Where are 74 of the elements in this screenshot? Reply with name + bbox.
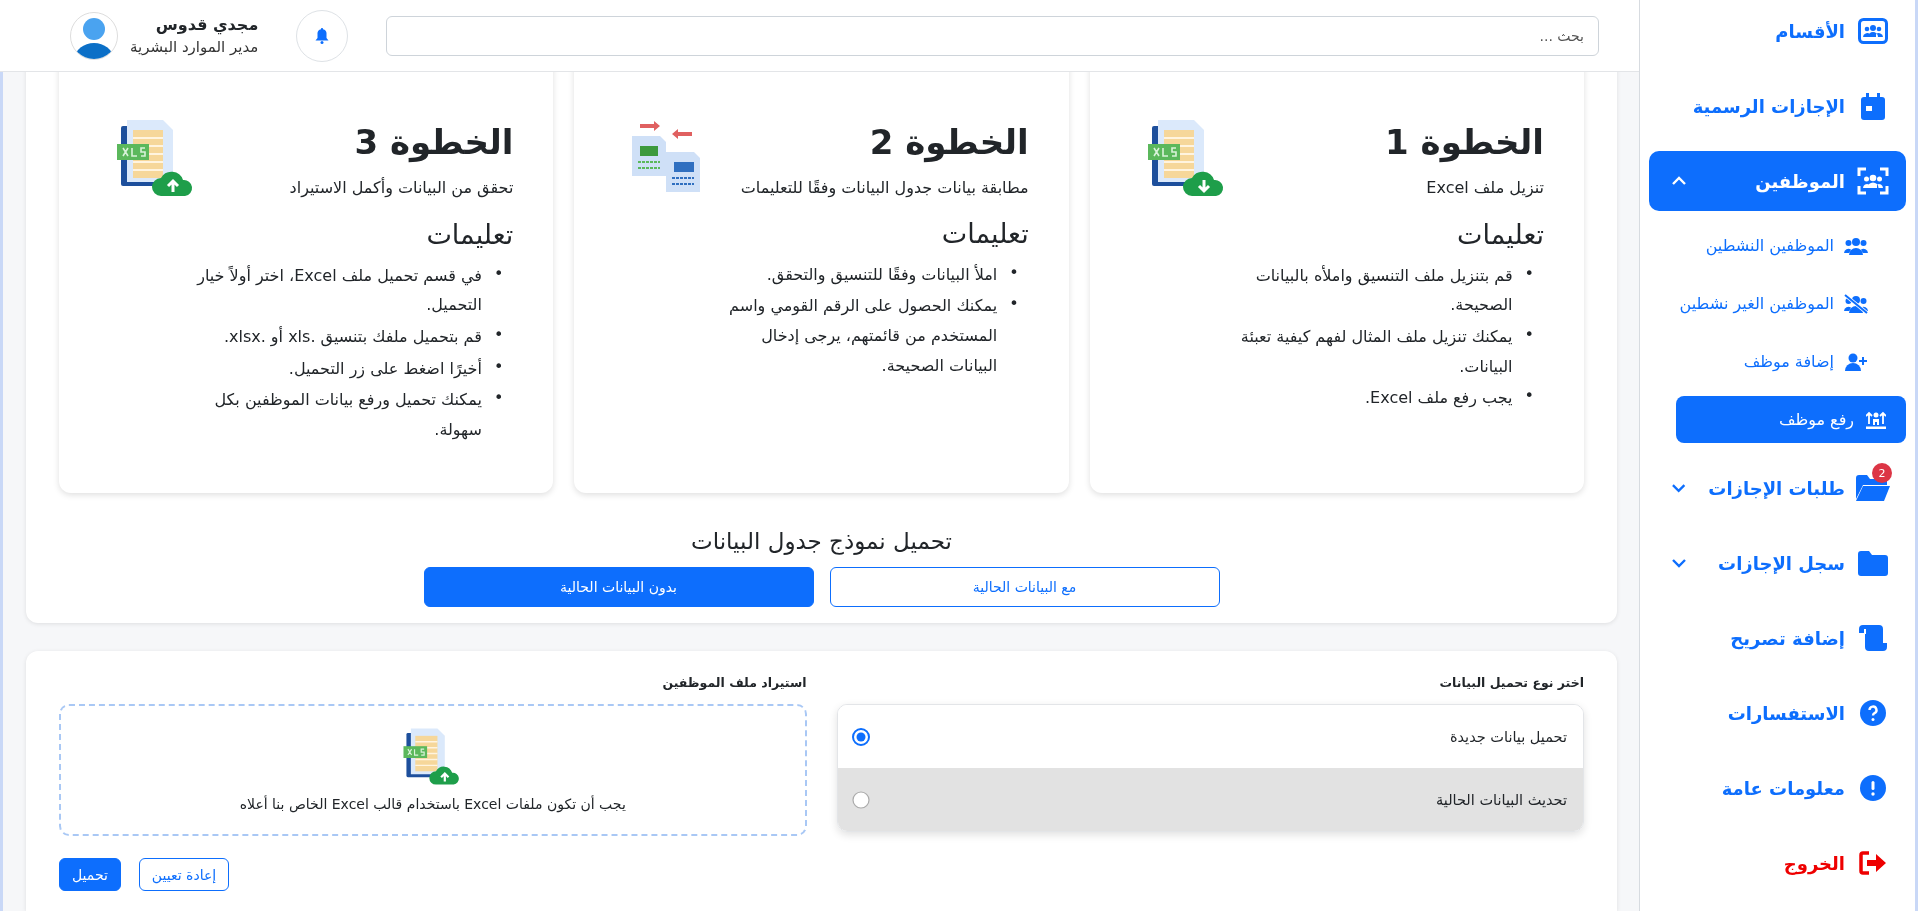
radio-option[interactable]: تحميل بيانات جديدة [837,705,1583,768]
instruction-item: قم بتحميل ملفك بتنسيق .xls أو .xlsx. [223,325,482,349]
sidebar-item[interactable]: الاستفسارات [1649,683,1906,743]
bullet: • [493,262,504,285]
user-role: مدير الموارد البشرية [130,38,259,56]
download-template-button[interactable]: مع البيانات الحالية [829,567,1220,607]
user-name: مجدي قدوس [154,15,259,34]
instruction-item: يمكنك تنزيل ملف المثال لفهم كيفية تعبئة البيانات. [1239,326,1513,378]
avatar-icon[interactable] [70,11,118,60]
people-group-icon [1858,18,1888,44]
bullet: • [1524,324,1534,346]
chevron-down-icon[interactable] [1671,483,1687,493]
step-subtitle: تنزيل ملف Excel [1425,177,1544,200]
sidebar-item[interactable]: الإجازات الرسمية [1649,76,1906,136]
section-title: تحميل نموذج جدول البيانات [690,528,953,554]
sidebar-subitem[interactable]: الموظفين النشطين [1676,222,1906,269]
sidebar-item[interactable]: إضافة تصريح [1649,608,1906,668]
instruction-item: يمكنك الحصول على الرقم القومي واسم المستخدم من قائمتهم، يرجى إدخال البيانات الصحيحة. [728,295,998,377]
users-icon [1844,236,1868,255]
sidebar-item[interactable]: الموظفين [1649,151,1906,211]
radio-button[interactable] [851,727,870,746]
sidebar-item[interactable]: معلومات عامة [1649,758,1906,818]
instruction-item: قم بتنزيل ملف التنسيق واملأه بالبيانات الصحيحة. [1254,264,1513,317]
step-subtitle: تحقق من البيانات وأكمل الاستيراد [289,176,514,200]
logout-icon [1859,851,1887,875]
field-label: اختر نوع تحميل البيانات [1438,675,1584,690]
sidebar-item[interactable]: الأقسام [1649,1,1906,61]
bullet: • [1524,385,1534,408]
chevron-up-icon[interactable] [1671,176,1687,186]
radio-option[interactable]: تحديث البيانات الحالية [837,768,1583,831]
sidebar-item[interactable]: سجل الإجازات [1649,533,1906,593]
sidebar-item[interactable]: الخروج [1649,833,1906,893]
instruction-item: املأ البيانات وفقًا للتنسيق والتحقق. [766,263,998,287]
search-field[interactable]: بحث ... [386,15,1599,56]
sidebar-subitem[interactable]: إضافة موظف [1676,338,1906,385]
instructions-heading: تعليمات [940,217,1029,251]
download-template-button[interactable]: بدون البيانات الحالية [423,567,814,607]
bell-icon [315,27,330,44]
radio-button[interactable] [851,790,870,809]
instructions-heading: تعليمات [425,218,514,252]
bullet: • [493,387,504,410]
instruction-item: أخيرًا اضغط على زر التحميل. [288,357,482,381]
instruction-item: يمكنك تحميل ورفع بيانات الموظفين بكل سهولة. [213,389,482,442]
exclamation-icon [1860,775,1886,801]
step-subtitle: مطابقة بيانات جدول البيانات وفقًا للتعليمات [740,177,1029,200]
instructions-heading: تعليمات [1456,218,1544,252]
bullet: • [1524,262,1534,285]
people-scan-icon [1857,167,1889,195]
upload-button[interactable]: تحميل [59,858,121,891]
file-drop-zone[interactable]: يجب أن تكون ملفات Excel باستخدام قالب Excel الخاص بنا أعلاه [59,704,807,836]
bullet: • [1009,293,1019,316]
upload-person-icon [1866,410,1886,429]
step-title: الخطوة 2 [868,121,1029,165]
user-plus-icon [1845,352,1867,371]
question-icon [1860,700,1886,726]
count-badge: 2 [1872,463,1892,483]
scroll-icon [1859,625,1887,651]
folder-icon [1856,475,1890,501]
reset-button[interactable]: إعادة تعيين [138,858,230,891]
instruction-item: يجب رفع ملف Excel. [1365,387,1513,410]
bullet: • [493,324,504,346]
bullet: • [1009,261,1019,284]
instruction-item: في قسم تحميل ملف Excel، اختر أولاً خيار التحميل. [195,264,482,317]
calendar-icon [1861,92,1885,120]
folder-icon [1858,550,1888,576]
field-label: استيراد ملف الموظفين [661,675,807,690]
step-title: الخطوة 1 [1385,121,1544,165]
drop-hint: يجب أن تكون ملفات Excel باستخدام قالب Excel الخاص بنا أعلاه [239,796,626,812]
chevron-down-icon[interactable] [1671,558,1687,568]
sidebar-subitem[interactable]: رفع موظف [1676,396,1906,443]
step-title: الخطوة 3 [353,121,514,165]
bullet: • [493,355,504,378]
sidebar-subitem[interactable]: الموظفين الغير نشطين [1676,280,1906,327]
users-slash-icon [1844,293,1868,314]
